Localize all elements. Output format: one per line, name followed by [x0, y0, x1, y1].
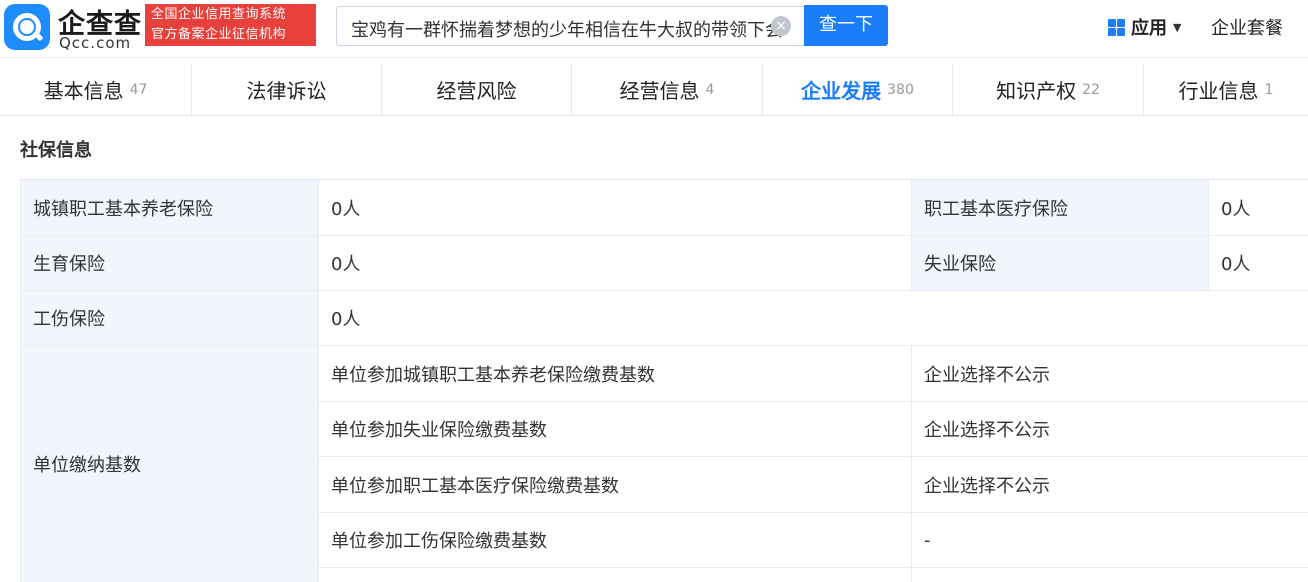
brand-domain: Qcc.com	[59, 34, 132, 52]
certification-badge: 全国企业信用查询系统 官方备案企业征信机构	[145, 4, 316, 46]
tab-operating-risk[interactable]: 经营风险	[382, 63, 572, 116]
tab-industry[interactable]: 行业信息 1	[1144, 63, 1308, 116]
tab-count: 380	[887, 81, 914, 98]
tab-label: 经营信息	[619, 79, 700, 103]
unemployment-value: 0人	[1209, 236, 1308, 291]
medical-value: 0人	[1209, 180, 1308, 236]
tab-count: 4	[705, 81, 715, 98]
base-row-label: 单位参加失业保险缴费基数	[319, 402, 912, 457]
section-title: 社保信息	[20, 140, 92, 161]
base-row-value: 企业选择不公示	[912, 402, 1308, 457]
maternity-value: 0人	[319, 236, 912, 291]
base-row-value: 企业选择不公示	[912, 457, 1308, 513]
enterprise-plan-link[interactable]: 企业套餐	[1211, 14, 1283, 40]
search-input-value[interactable]: 宝鸡有一群怀揣着梦想的少年相信在牛大叔的带领下会	[351, 16, 781, 42]
table-row-partial	[319, 568, 912, 582]
chevron-down-icon: ▼	[1173, 20, 1182, 34]
tab-legal[interactable]: 法律诉讼	[192, 63, 382, 116]
tab-label: 经营风险	[436, 79, 517, 103]
pension-label: 城镇职工基本养老保险	[21, 180, 319, 236]
base-row-value: -	[912, 513, 1308, 568]
tab-ip[interactable]: 知识产权 22	[953, 63, 1144, 116]
badge-line-1: 全国企业信用查询系统	[151, 7, 287, 22]
top-header: 企查查 Qcc.com 全国企业信用查询系统 官方备案企业征信机构 宝鸡有一群怀…	[0, 0, 1308, 58]
badge-line-2: 官方备案企业征信机构	[151, 27, 287, 42]
table-row-partial	[912, 568, 1308, 582]
pension-value: 0人	[319, 180, 912, 236]
tab-label: 法律诉讼	[246, 79, 327, 103]
tab-label: 行业信息	[1178, 79, 1259, 103]
tab-count: 47	[129, 81, 148, 98]
base-row-label: 单位参加工伤保险缴费基数	[319, 513, 912, 568]
injury-value: 0人	[319, 291, 1308, 346]
tab-label: 企业发展	[801, 79, 882, 103]
tab-label: 知识产权	[996, 79, 1077, 103]
social-security-table: 城镇职工基本养老保险 0人 职工基本医疗保险 0人 生育保险 0人 失业保险 0…	[20, 179, 1308, 582]
apps-grid-icon	[1108, 18, 1125, 36]
search-input[interactable]: 宝鸡有一群怀揣着梦想的少年相信在牛大叔的带领下会 ×	[336, 6, 806, 46]
tab-bar: 基本信息 47 法律诉讼 经营风险 经营信息 4 企业发展 380 知识产权 22 行业…	[0, 63, 1308, 116]
tab-count: 22	[1082, 81, 1100, 98]
tab-basic-info[interactable]: 基本信息 47	[0, 63, 192, 116]
apps-label: 应用	[1131, 18, 1167, 39]
apps-menu[interactable]: 应用 ▼	[1108, 14, 1181, 40]
tab-development[interactable]: 企业发展 380	[763, 63, 953, 116]
medical-label: 职工基本医疗保险	[912, 180, 1209, 236]
base-row-label: 单位参加职工基本医疗保险缴费基数	[319, 457, 912, 513]
search-button[interactable]: 查一下	[804, 5, 888, 46]
unemployment-label: 失业保险	[912, 236, 1209, 291]
maternity-label: 生育保险	[21, 236, 319, 291]
qcc-logo-icon[interactable]	[4, 4, 50, 50]
injury-label: 工伤保险	[21, 291, 319, 346]
contribution-base-label: 单位缴纳基数	[21, 346, 319, 582]
tab-label: 基本信息	[43, 79, 124, 103]
base-row-label: 单位参加城镇职工基本养老保险缴费基数	[319, 346, 912, 402]
base-row-value: 企业选择不公示	[912, 346, 1308, 402]
tab-operating-info[interactable]: 经营信息 4	[572, 63, 763, 116]
clear-icon[interactable]: ×	[771, 16, 791, 36]
tab-count: 1	[1264, 81, 1274, 98]
